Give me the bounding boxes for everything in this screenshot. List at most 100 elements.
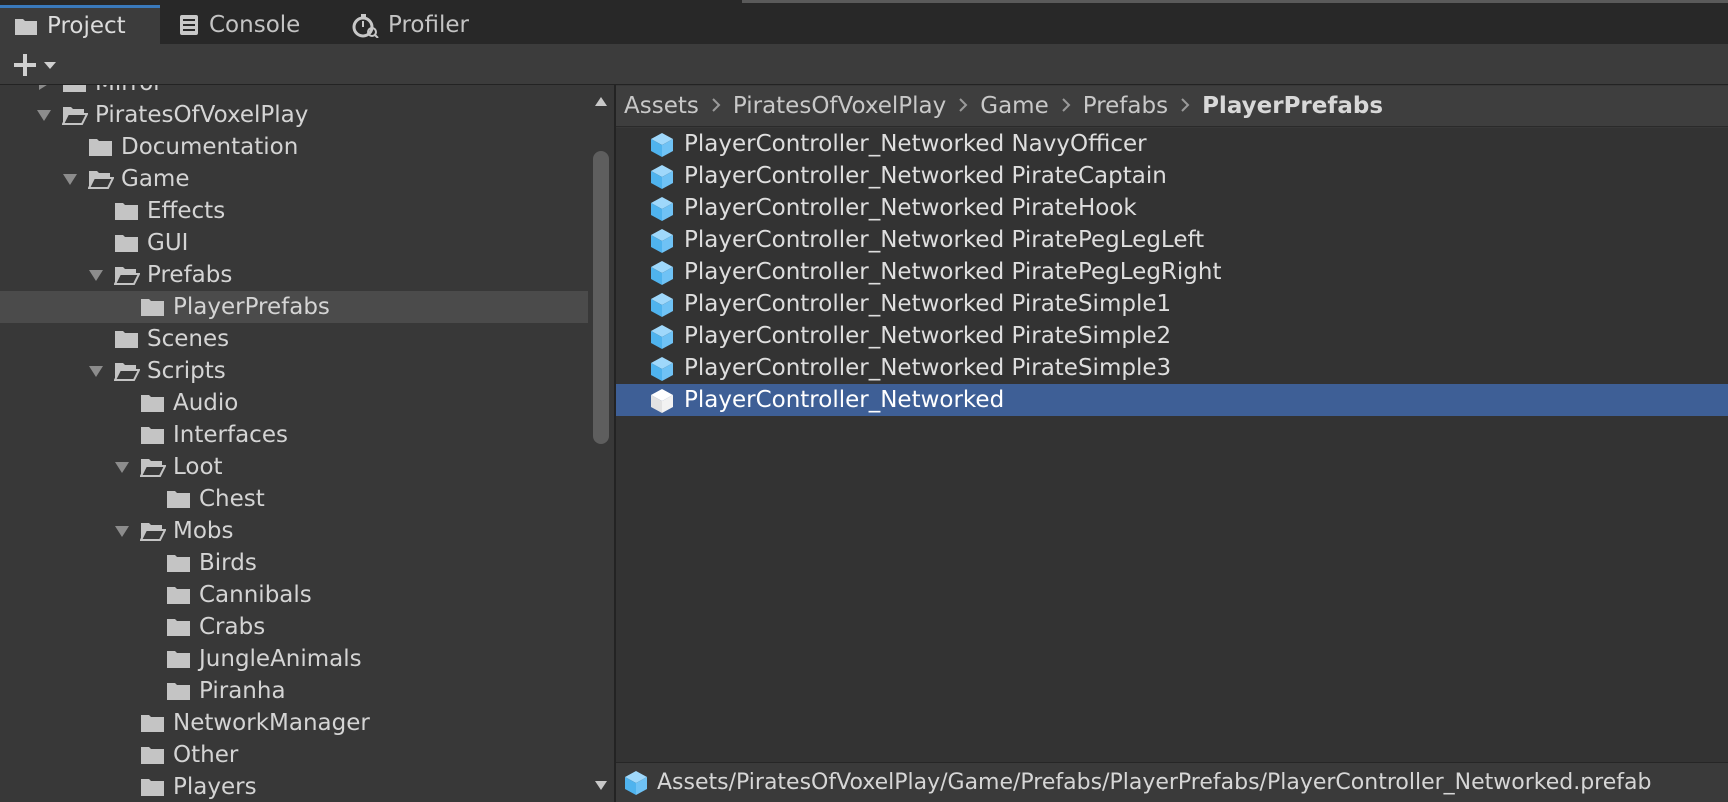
asset-item[interactable]: PlayerController_Networked PirateSimple3 bbox=[616, 352, 1728, 384]
tree-item[interactable]: Interfaces bbox=[0, 419, 588, 451]
selected-asset-path: Assets/PiratesOfVoxelPlay/Game/Prefabs/P… bbox=[657, 770, 1652, 795]
prefab-icon bbox=[651, 389, 673, 413]
folder-tree: Mirror PiratesOfVoxelPlay Documentation Gam… bbox=[0, 85, 588, 802]
tab-console[interactable]: Console bbox=[178, 6, 318, 44]
tree-item[interactable]: Game bbox=[0, 163, 588, 195]
tree-item[interactable]: Piranha bbox=[0, 675, 588, 707]
tree-item[interactable]: Birds bbox=[0, 547, 588, 579]
folder-icon bbox=[140, 392, 166, 414]
asset-item[interactable]: PlayerController_Networked bbox=[616, 384, 1728, 416]
tree-item[interactable]: Scenes bbox=[0, 323, 588, 355]
tree-item[interactable]: Players bbox=[0, 771, 588, 802]
prefab-variant-icon bbox=[651, 165, 673, 189]
tree-item-label: Chest bbox=[199, 486, 265, 512]
tree-item[interactable]: Scripts bbox=[0, 355, 588, 387]
tree-item-label: Crabs bbox=[199, 614, 266, 640]
tab-project[interactable]: Project bbox=[0, 5, 160, 44]
tab-profiler[interactable]: Profiler bbox=[351, 6, 501, 44]
tree-item[interactable]: Documentation bbox=[0, 131, 588, 163]
breadcrumb-item[interactable]: Assets bbox=[624, 93, 699, 119]
foldout-expanded-icon[interactable] bbox=[87, 362, 105, 380]
breadcrumb-item[interactable]: PlayerPrefabs bbox=[1202, 93, 1383, 119]
chevron-right-icon bbox=[1061, 94, 1071, 118]
tree-item-label: Cannibals bbox=[199, 582, 312, 608]
tree-item[interactable]: Mirror bbox=[0, 85, 588, 99]
console-icon bbox=[180, 15, 198, 35]
asset-item[interactable]: PlayerController_Networked PirateCaptain bbox=[616, 160, 1728, 192]
chevron-right-icon bbox=[958, 94, 968, 118]
asset-item[interactable]: PlayerController_Networked PirateHook bbox=[616, 192, 1728, 224]
folder-icon bbox=[166, 488, 192, 510]
foldout-expanded-icon[interactable] bbox=[87, 266, 105, 284]
breadcrumb-item[interactable]: Game bbox=[980, 93, 1048, 119]
tree-item[interactable]: Prefabs bbox=[0, 259, 588, 291]
tree-item[interactable]: Audio bbox=[0, 387, 588, 419]
folder-icon bbox=[166, 648, 192, 670]
chevron-right-icon bbox=[1180, 94, 1190, 118]
asset-item-label: PlayerController_Networked PirateSimple2 bbox=[684, 323, 1172, 349]
tree-item[interactable]: NetworkManager bbox=[0, 707, 588, 739]
tree-item[interactable]: Cannibals bbox=[0, 579, 588, 611]
prefab-variant-icon bbox=[651, 133, 673, 157]
asset-item-label: PlayerController_Networked PiratePegLegL… bbox=[684, 227, 1205, 253]
tree-item[interactable]: Crabs bbox=[0, 611, 588, 643]
scrollbar-thumb[interactable] bbox=[593, 151, 609, 444]
tab-profiler-label: Profiler bbox=[388, 12, 469, 38]
folder-icon bbox=[140, 296, 166, 318]
breadcrumb-item[interactable]: Prefabs bbox=[1083, 93, 1168, 119]
foldout-collapsed-icon[interactable] bbox=[35, 85, 53, 92]
tree-item[interactable]: PiratesOfVoxelPlay bbox=[0, 99, 588, 131]
scroll-up-arrow-icon[interactable] bbox=[595, 97, 607, 106]
tree-item[interactable]: JungleAnimals bbox=[0, 643, 588, 675]
tree-item-label: Other bbox=[173, 742, 239, 768]
tree-item-label: Game bbox=[121, 166, 190, 192]
folder-icon bbox=[166, 584, 192, 606]
folder-open-icon bbox=[87, 168, 115, 190]
asset-item[interactable]: PlayerController_Networked PirateSimple2 bbox=[616, 320, 1728, 352]
folder-icon bbox=[166, 680, 192, 702]
folder-icon bbox=[114, 328, 140, 350]
tab-bar-top-line bbox=[742, 0, 1728, 3]
tree-item-label: NetworkManager bbox=[173, 710, 370, 736]
folder-icon bbox=[140, 424, 166, 446]
asset-item-label: PlayerController_Networked PirateCaptain bbox=[684, 163, 1167, 189]
folder-icon bbox=[114, 200, 140, 222]
chevron-down-icon bbox=[44, 62, 56, 69]
tree-scrollbar[interactable] bbox=[588, 85, 614, 802]
tree-item[interactable]: PlayerPrefabs bbox=[0, 291, 588, 323]
folder-open-icon bbox=[113, 360, 141, 382]
tree-item[interactable]: Effects bbox=[0, 195, 588, 227]
tree-item[interactable]: Other bbox=[0, 739, 588, 771]
asset-item-label: PlayerController_Networked PirateHook bbox=[684, 195, 1137, 221]
tree-item[interactable]: Chest bbox=[0, 483, 588, 515]
folder-icon bbox=[62, 85, 88, 94]
foldout-expanded-icon[interactable] bbox=[35, 106, 53, 124]
asset-item-label: PlayerController_Networked PirateSimple1 bbox=[684, 291, 1172, 317]
foldout-expanded-icon[interactable] bbox=[113, 522, 131, 540]
prefab-variant-icon bbox=[651, 197, 673, 221]
tree-item-label: Scripts bbox=[147, 358, 226, 384]
asset-item[interactable]: PlayerController_Networked PirateSimple1 bbox=[616, 288, 1728, 320]
tree-item-label: Documentation bbox=[121, 134, 299, 160]
tree-item-label: PlayerPrefabs bbox=[173, 294, 330, 320]
folder-icon bbox=[140, 712, 166, 734]
folder-open-icon bbox=[61, 104, 89, 126]
breadcrumb-item[interactable]: PiratesOfVoxelPlay bbox=[733, 93, 946, 119]
tree-item[interactable]: GUI bbox=[0, 227, 588, 259]
folder-icon bbox=[140, 776, 166, 798]
tree-item-label: JungleAnimals bbox=[199, 646, 362, 672]
foldout-expanded-icon[interactable] bbox=[61, 170, 79, 188]
tree-item-label: GUI bbox=[147, 230, 189, 256]
tree-item-label: Mobs bbox=[173, 518, 234, 544]
scroll-down-arrow-icon[interactable] bbox=[595, 781, 607, 790]
foldout-expanded-icon[interactable] bbox=[113, 458, 131, 476]
project-toolbar bbox=[0, 44, 1728, 85]
tree-item[interactable]: Loot bbox=[0, 451, 588, 483]
tree-item-label: PiratesOfVoxelPlay bbox=[95, 102, 309, 128]
folder-icon bbox=[166, 552, 192, 574]
asset-item[interactable]: PlayerController_Networked PiratePegLegR… bbox=[616, 256, 1728, 288]
create-dropdown-button[interactable] bbox=[12, 52, 64, 78]
asset-item[interactable]: PlayerController_Networked NavyOfficer bbox=[616, 128, 1728, 160]
asset-item[interactable]: PlayerController_Networked PiratePegLegL… bbox=[616, 224, 1728, 256]
tree-item[interactable]: Mobs bbox=[0, 515, 588, 547]
